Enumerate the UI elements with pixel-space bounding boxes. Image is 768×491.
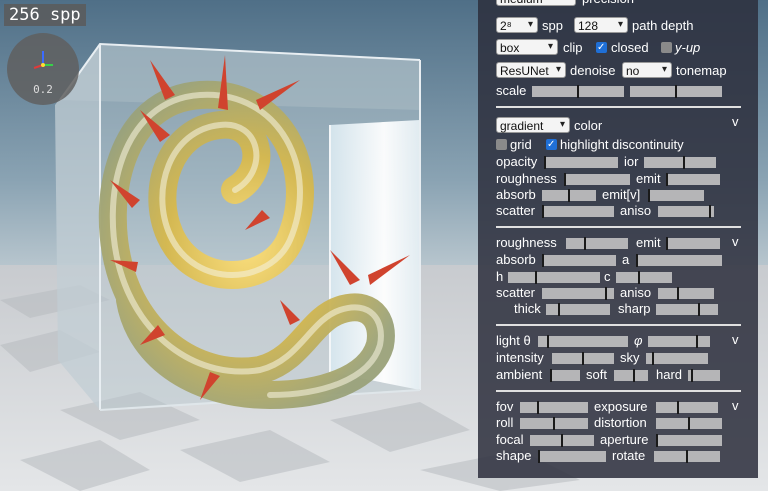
- scatter-label: scatter: [496, 203, 536, 218]
- color-label: color: [574, 118, 603, 133]
- collapse-light-section-icon[interactable]: v: [732, 332, 739, 347]
- rotate-label: rotate: [612, 448, 646, 463]
- material-emit-label: emit: [636, 235, 661, 250]
- opacity-label: opacity: [496, 154, 538, 169]
- h-slider[interactable]: [508, 271, 600, 284]
- material-scatter-slider[interactable]: [542, 287, 614, 300]
- c-slider[interactable]: [616, 271, 672, 284]
- light-theta-slider[interactable]: [538, 335, 628, 348]
- distortion-label: distortion: [594, 415, 647, 430]
- intensity-slider[interactable]: [552, 352, 614, 365]
- a-label: a: [622, 252, 630, 267]
- rotate-slider[interactable]: [654, 450, 720, 463]
- hard-slider[interactable]: [688, 369, 720, 382]
- section-divider: [496, 390, 741, 392]
- spp-label: spp: [542, 18, 563, 33]
- material-absorb-slider[interactable]: [542, 254, 616, 267]
- scale-label: scale: [496, 83, 527, 98]
- aniso-slider[interactable]: [658, 205, 714, 218]
- a-slider[interactable]: [636, 254, 722, 267]
- ior-label: ior: [624, 154, 639, 169]
- clip-select[interactable]: box ▾: [496, 39, 558, 55]
- axis-gizmo[interactable]: 0.2: [7, 33, 79, 105]
- material-roughness-label: roughness: [496, 235, 557, 250]
- sky-label: sky: [620, 350, 640, 365]
- sharp-slider[interactable]: [656, 303, 718, 316]
- thick-label: thick: [514, 301, 541, 316]
- shape-slider[interactable]: [538, 450, 606, 463]
- aperture-slider[interactable]: [656, 434, 722, 447]
- distortion-slider[interactable]: [656, 417, 722, 430]
- collapse-camera-section-icon[interactable]: v: [732, 398, 739, 413]
- precision-select[interactable]: medium▾: [496, 0, 576, 6]
- color-mode-select[interactable]: gradient ▾: [496, 117, 570, 133]
- ambient-slider[interactable]: [550, 369, 580, 382]
- absorb-slider[interactable]: [542, 189, 596, 202]
- c-label: c: [604, 269, 611, 284]
- scatter-slider[interactable]: [542, 205, 614, 218]
- denoise-select[interactable]: ResUNet ▾: [496, 62, 566, 78]
- material-emit-slider[interactable]: [666, 237, 720, 250]
- samples-per-pixel-badge: 256 spp: [4, 4, 86, 26]
- shape-label: shape: [496, 448, 532, 463]
- roll-slider[interactable]: [520, 417, 588, 430]
- path-depth-label: path depth: [632, 18, 694, 33]
- sharp-label: sharp: [618, 301, 651, 316]
- clip-label: clip: [563, 40, 583, 55]
- opacity-slider[interactable]: [544, 156, 618, 169]
- material-aniso-slider[interactable]: [658, 287, 714, 300]
- section-divider: [496, 226, 741, 228]
- y-up-label: y-up: [675, 40, 701, 55]
- y-up-checkbox[interactable]: [661, 42, 672, 53]
- closed-label: closed: [611, 40, 649, 55]
- precision-label: precision: [582, 0, 634, 8]
- section-divider: [496, 106, 741, 108]
- exposure-slider[interactable]: [656, 401, 718, 414]
- grid-label: grid: [510, 137, 532, 152]
- closed-checkbox[interactable]: [596, 39, 607, 57]
- path-depth-select[interactable]: 128 ▾: [574, 17, 628, 33]
- collapse-color-section-icon[interactable]: v: [732, 114, 739, 129]
- grid-checkbox[interactable]: [496, 139, 507, 150]
- settings-panel: medium▾ precision 2⁸▾ spp 128▾ path dept…: [478, 0, 758, 478]
- aniso-label: aniso: [620, 203, 652, 218]
- tonemap-select[interactable]: no ▾: [622, 62, 672, 78]
- roughness-slider[interactable]: [564, 173, 630, 186]
- fov-slider[interactable]: [520, 401, 588, 414]
- sky-slider[interactable]: [646, 352, 708, 365]
- soft-slider[interactable]: [614, 369, 648, 382]
- focal-slider[interactable]: [530, 434, 594, 447]
- emit-slider[interactable]: [666, 173, 720, 186]
- light-phi-slider[interactable]: [648, 335, 710, 348]
- tonemap-label: tonemap: [676, 63, 727, 78]
- emit-v-slider[interactable]: [648, 189, 704, 202]
- material-absorb-label: absorb: [496, 252, 536, 267]
- ambient-label: ambient: [496, 367, 543, 382]
- thick-slider[interactable]: [546, 303, 610, 316]
- section-divider: [496, 324, 741, 326]
- intensity-label: intensity: [496, 350, 544, 365]
- material-roughness-slider[interactable]: [566, 237, 628, 250]
- gizmo-scale-value: 0.2: [33, 83, 53, 96]
- ior-slider[interactable]: [644, 156, 716, 169]
- roll-label: roll: [496, 415, 514, 430]
- axis-gizmo-icon: [33, 51, 53, 69]
- scale-slider-b[interactable]: [630, 85, 722, 98]
- collapse-material-section-icon[interactable]: v: [732, 234, 739, 249]
- hard-label: hard: [656, 367, 683, 382]
- highlight-discontinuity-checkbox[interactable]: [546, 136, 557, 154]
- denoise-label: denoise: [570, 63, 616, 78]
- scale-slider-a[interactable]: [532, 85, 624, 98]
- light-theta-label: light θ: [496, 333, 531, 348]
- spp-select[interactable]: 2⁸ ▾: [496, 17, 538, 33]
- highlight-discontinuity-label: highlight discontinuity: [560, 137, 684, 152]
- light-phi-label: φ: [634, 333, 643, 348]
- soft-label: soft: [586, 367, 607, 382]
